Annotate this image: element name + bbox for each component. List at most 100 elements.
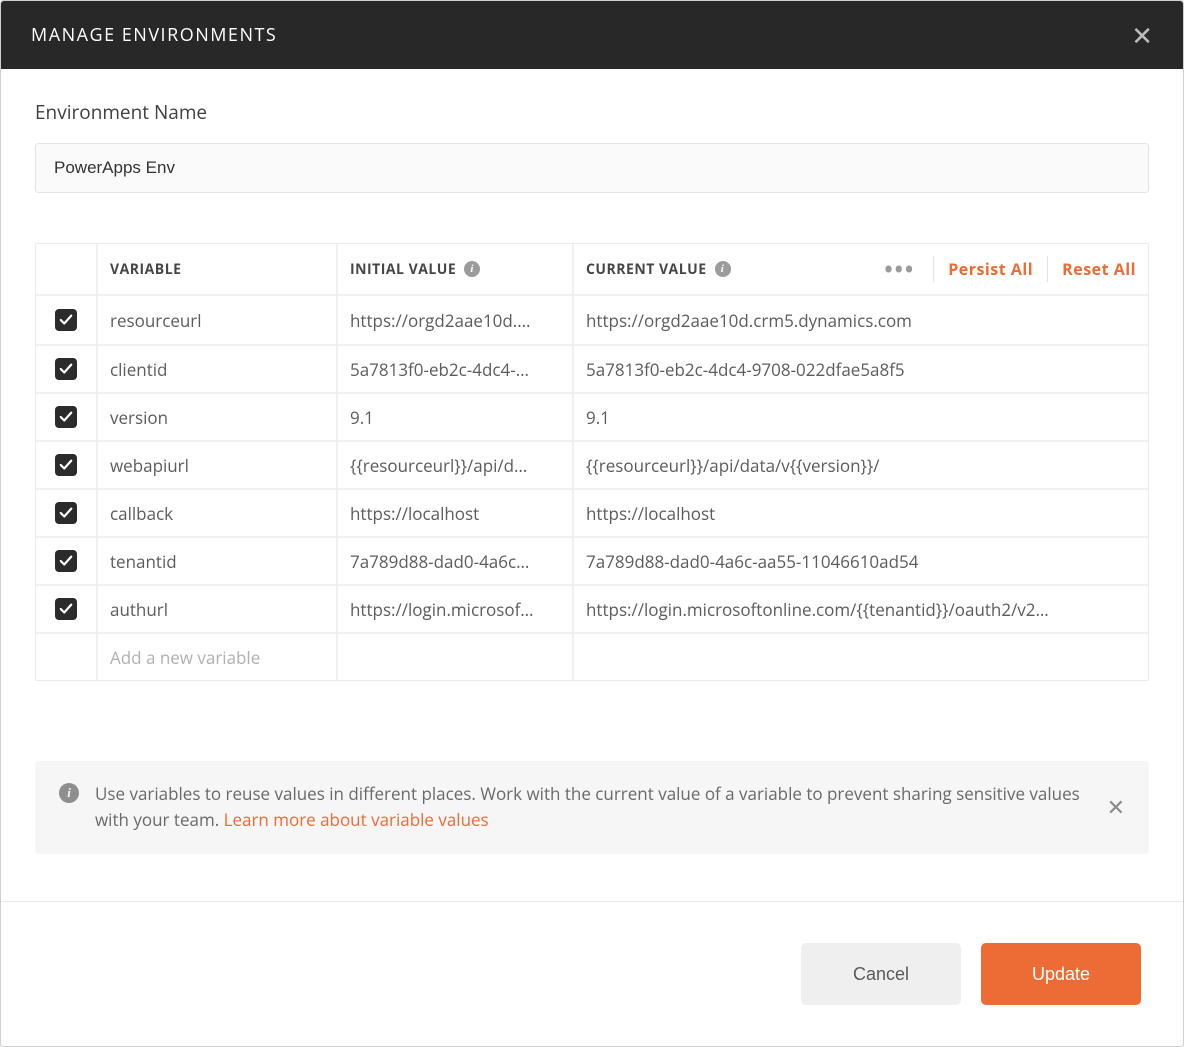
col-header-current: CURRENT VALUE i ••• Persist All Reset Al… bbox=[574, 244, 1148, 294]
table-row: resourceurl https://orgd2aae10d.… https://… bbox=[36, 296, 1148, 344]
persist-all-link[interactable]: Persist All bbox=[948, 258, 1033, 280]
update-button[interactable]: Update bbox=[981, 943, 1141, 1005]
table-header: VARIABLE INITIAL VALUE i CURRENT VALUE i… bbox=[36, 244, 1148, 296]
new-initial-input[interactable] bbox=[338, 634, 574, 680]
row-enabled-checkbox[interactable] bbox=[55, 309, 77, 331]
initial-value: https://login.microsof… bbox=[350, 598, 534, 621]
modal-title: MANAGE ENVIRONMENTS bbox=[31, 23, 277, 47]
row-enabled-checkbox[interactable] bbox=[55, 406, 77, 428]
current-value: {{resourceurl}}/api/data/v{{version}}/ bbox=[586, 454, 880, 477]
row-checkbox-cell bbox=[36, 296, 98, 344]
modal-footer: Cancel Update bbox=[1, 901, 1183, 1046]
current-value: 7a789d88-dad0-4a6c-aa55-11046610ad54 bbox=[586, 550, 918, 573]
initial-value: 7a789d88-dad0-4a6c… bbox=[350, 550, 529, 573]
initial-value: https://localhost bbox=[350, 502, 479, 525]
row-enabled-checkbox[interactable] bbox=[55, 502, 77, 524]
current-value-cell[interactable]: {{resourceurl}}/api/data/v{{version}}/ bbox=[574, 442, 1148, 488]
variable-name: resourceurl bbox=[110, 309, 202, 332]
separator bbox=[933, 256, 934, 282]
row-checkbox-cell bbox=[36, 586, 98, 632]
table-row: version 9.1 9.1 bbox=[36, 392, 1148, 440]
manage-environments-modal: MANAGE ENVIRONMENTS ✕ Environment Name V… bbox=[0, 0, 1184, 1047]
variable-name: callback bbox=[110, 502, 173, 525]
table-row: callback https://localhost https://localho… bbox=[36, 488, 1148, 536]
initial-value-cell[interactable]: https://localhost bbox=[338, 490, 574, 536]
row-enabled-checkbox[interactable] bbox=[55, 598, 77, 620]
modal-overlay: MANAGE ENVIRONMENTS ✕ Environment Name V… bbox=[0, 0, 1184, 1047]
new-current-input[interactable] bbox=[574, 634, 1148, 680]
initial-value: https://orgd2aae10d.… bbox=[350, 309, 530, 332]
close-icon[interactable]: ✕ bbox=[1107, 790, 1125, 824]
col-header-enabled bbox=[36, 244, 98, 294]
current-value-cell[interactable]: 7a789d88-dad0-4a6c-aa55-11046610ad54 bbox=[574, 538, 1148, 584]
row-enabled-checkbox[interactable] bbox=[55, 550, 77, 572]
info-icon[interactable]: i bbox=[464, 261, 480, 277]
table-row: clientid 5a7813f0-eb2c-4dc4-… 5a7813f0-eb2… bbox=[36, 344, 1148, 392]
cancel-button[interactable]: Cancel bbox=[801, 943, 961, 1005]
row-checkbox-cell bbox=[36, 394, 98, 440]
more-options-icon[interactable]: ••• bbox=[880, 254, 919, 284]
info-icon: i bbox=[59, 783, 79, 803]
initial-value-cell[interactable]: https://orgd2aae10d.… bbox=[338, 296, 574, 344]
variable-name-cell[interactable]: webapiurl bbox=[98, 442, 338, 488]
table-row-new: Add a new variable bbox=[36, 632, 1148, 680]
table-row: authurl https://login.microsof… https://lo… bbox=[36, 584, 1148, 632]
info-icon[interactable]: i bbox=[715, 261, 731, 277]
variable-name-cell[interactable]: authurl bbox=[98, 586, 338, 632]
current-value: 9.1 bbox=[586, 406, 610, 429]
col-header-current-label: CURRENT VALUE bbox=[586, 260, 707, 279]
initial-value: {{resourceurl}}/api/d… bbox=[350, 454, 527, 477]
variable-name-cell[interactable]: tenantid bbox=[98, 538, 338, 584]
env-name-input[interactable] bbox=[35, 143, 1149, 193]
new-variable-input[interactable]: Add a new variable bbox=[98, 634, 338, 680]
new-variable-placeholder: Add a new variable bbox=[110, 646, 260, 669]
current-value-cell[interactable]: 9.1 bbox=[574, 394, 1148, 440]
current-value-cell[interactable]: https://localhost bbox=[574, 490, 1148, 536]
current-value: https://login.microsoftonline.com/{{tena… bbox=[586, 598, 1049, 621]
variable-name: version bbox=[110, 406, 168, 429]
row-checkbox-cell bbox=[36, 490, 98, 536]
current-value: https://localhost bbox=[586, 502, 715, 525]
variables-table: VARIABLE INITIAL VALUE i CURRENT VALUE i… bbox=[35, 243, 1149, 681]
banner-message: Use variables to reuse values in differe… bbox=[95, 781, 1081, 834]
current-value-cell[interactable]: https://login.microsoftonline.com/{{tena… bbox=[574, 586, 1148, 632]
initial-value: 5a7813f0-eb2c-4dc4-… bbox=[350, 358, 529, 381]
separator bbox=[1047, 256, 1048, 282]
learn-more-link[interactable]: Learn more about variable values bbox=[224, 808, 489, 831]
reset-all-link[interactable]: Reset All bbox=[1062, 258, 1136, 280]
current-value: https://orgd2aae10d.crm5.dynamics.com bbox=[586, 309, 912, 332]
col-header-variable-label: VARIABLE bbox=[110, 260, 181, 279]
col-header-initial: INITIAL VALUE i bbox=[338, 244, 574, 294]
env-name-label: Environment Name bbox=[35, 99, 1149, 125]
variable-name: webapiurl bbox=[110, 454, 189, 477]
variable-name-cell[interactable]: callback bbox=[98, 490, 338, 536]
new-row-checkbox-placeholder bbox=[36, 634, 98, 680]
table-row: webapiurl {{resourceurl}}/api/d… {{resourc… bbox=[36, 440, 1148, 488]
current-value-cell[interactable]: 5a7813f0-eb2c-4dc4-9708-022dfae5a8f5 bbox=[574, 346, 1148, 392]
close-icon[interactable]: ✕ bbox=[1131, 22, 1153, 48]
table-row: tenantid 7a789d88-dad0-4a6c… 7a789d88-dad0… bbox=[36, 536, 1148, 584]
row-checkbox-cell bbox=[36, 538, 98, 584]
modal-header: MANAGE ENVIRONMENTS ✕ bbox=[1, 1, 1183, 69]
row-checkbox-cell bbox=[36, 346, 98, 392]
col-header-variable: VARIABLE bbox=[98, 244, 338, 294]
initial-value-cell[interactable]: {{resourceurl}}/api/d… bbox=[338, 442, 574, 488]
row-checkbox-cell bbox=[36, 442, 98, 488]
initial-value: 9.1 bbox=[350, 406, 374, 429]
variable-name: authurl bbox=[110, 598, 168, 621]
row-enabled-checkbox[interactable] bbox=[55, 358, 77, 380]
variable-name-cell[interactable]: clientid bbox=[98, 346, 338, 392]
table-header-actions: ••• Persist All Reset All bbox=[880, 254, 1136, 284]
row-enabled-checkbox[interactable] bbox=[55, 454, 77, 476]
current-value-cell[interactable]: https://orgd2aae10d.crm5.dynamics.com bbox=[574, 296, 1148, 344]
initial-value-cell[interactable]: 7a789d88-dad0-4a6c… bbox=[338, 538, 574, 584]
current-value: 5a7813f0-eb2c-4dc4-9708-022dfae5a8f5 bbox=[586, 358, 905, 381]
variable-name: tenantid bbox=[110, 550, 177, 573]
initial-value-cell[interactable]: 5a7813f0-eb2c-4dc4-… bbox=[338, 346, 574, 392]
variable-name-cell[interactable]: resourceurl bbox=[98, 296, 338, 344]
modal-body: Environment Name VARIABLE INITIAL VALUE … bbox=[1, 69, 1183, 901]
initial-value-cell[interactable]: https://login.microsof… bbox=[338, 586, 574, 632]
variable-name: clientid bbox=[110, 358, 167, 381]
variable-name-cell[interactable]: version bbox=[98, 394, 338, 440]
initial-value-cell[interactable]: 9.1 bbox=[338, 394, 574, 440]
